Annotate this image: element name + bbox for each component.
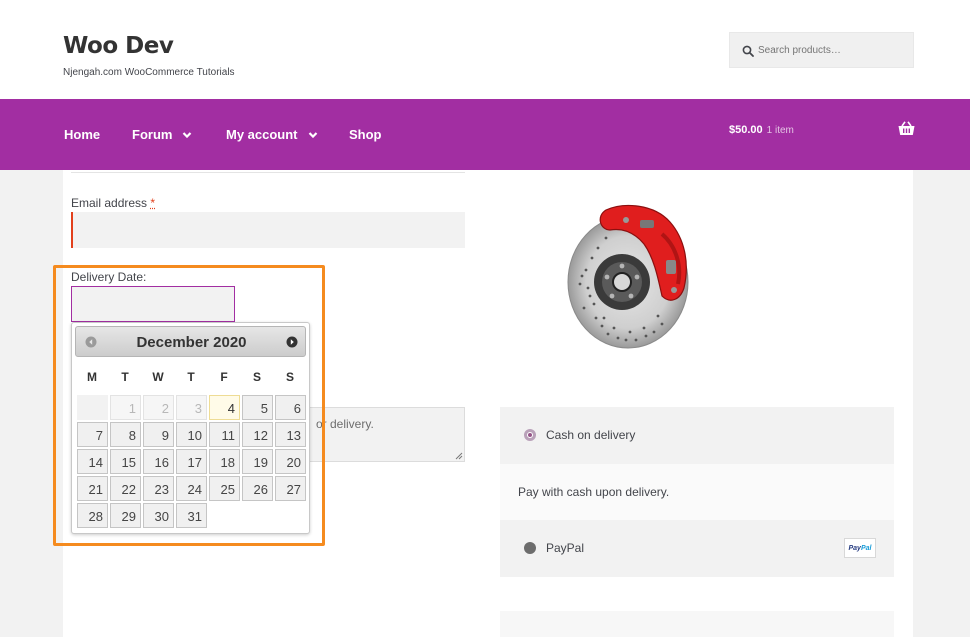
chevron-down-icon — [308, 131, 317, 138]
required-mark: * — [150, 196, 156, 210]
payment-option-paypal[interactable]: PayPal Pay Pal — [500, 520, 894, 577]
datepicker-day[interactable]: 27 — [275, 476, 306, 501]
order-notes-textarea[interactable] — [305, 407, 465, 462]
datepicker-day[interactable]: 18 — [209, 449, 240, 474]
datepicker-day[interactable]: 28 — [77, 503, 108, 528]
search-icon — [742, 45, 754, 57]
datepicker-day[interactable]: 12 — [242, 422, 273, 447]
datepicker-weekday: S — [252, 370, 261, 384]
basket-icon[interactable] — [898, 121, 915, 136]
paypal-logo-pal: Pal — [860, 544, 872, 552]
nav-item-label: Home — [64, 127, 101, 142]
paypal-label[interactable]: PayPal — [546, 541, 584, 555]
cod-radio[interactable] — [524, 429, 536, 441]
product-image — [567, 204, 689, 349]
datepicker-weekday: F — [220, 370, 228, 384]
nav-item-forum[interactable]: Forum — [132, 127, 192, 142]
nav-item-my-account[interactable]: My account — [226, 127, 318, 142]
datepicker-day: 2 — [143, 395, 174, 420]
datepicker-day: 3 — [176, 395, 207, 420]
cod-label[interactable]: Cash on delivery — [546, 428, 635, 442]
search-input[interactable] — [758, 33, 908, 67]
email-field[interactable] — [71, 212, 465, 248]
datepicker-day[interactable]: 8 — [110, 422, 141, 447]
datepicker: December 2020 M T W T F S S 1 2 3 4 5 6 7 8 9 10 11 12 13 14… — [71, 322, 310, 534]
datepicker-day[interactable]: 9 — [143, 422, 174, 447]
datepicker-weekday: T — [187, 370, 195, 384]
paypal-logo-pay: Pay — [848, 544, 861, 552]
nav-item-label: Shop — [349, 127, 382, 142]
nav-item-label: My account — [226, 127, 298, 142]
datepicker-day[interactable]: 14 — [77, 449, 108, 474]
datepicker-day[interactable]: 11 — [209, 422, 240, 447]
datepicker-day[interactable]: 25 — [209, 476, 240, 501]
datepicker-day[interactable]: 7 — [77, 422, 108, 447]
datepicker-day[interactable]: 24 — [176, 476, 207, 501]
resize-handle-icon[interactable] — [455, 452, 463, 460]
cart-contents[interactable]: $50.00 1 item — [729, 124, 794, 136]
datepicker-day[interactable]: 19 — [242, 449, 273, 474]
cart-total: $50.00 — [729, 124, 763, 136]
datepicker-day[interactable]: 23 — [143, 476, 174, 501]
payment-option-cod[interactable]: Cash on delivery — [500, 407, 894, 464]
datepicker-day[interactable]: 21 — [77, 476, 108, 501]
datepicker-weekday: S — [285, 370, 294, 384]
payment-methods: Cash on delivery Pay with cash upon deli… — [500, 407, 894, 577]
datepicker-day[interactable]: 13 — [275, 422, 306, 447]
datepicker-day[interactable]: 31 — [176, 503, 207, 528]
datepicker-day[interactable]: 4 — [209, 395, 240, 420]
paypal-logo: Pay Pal — [844, 538, 876, 558]
datepicker-weekday: M — [87, 370, 97, 384]
datepicker-day[interactable]: 17 — [176, 449, 207, 474]
cart-count: 1 item — [766, 125, 794, 136]
nav-item-label: Forum — [132, 127, 173, 142]
datepicker-day[interactable]: 30 — [143, 503, 174, 528]
site-title[interactable]: Woo Dev — [63, 33, 174, 59]
search-box[interactable] — [729, 32, 914, 68]
datepicker-weekday: W — [152, 370, 164, 384]
datepicker-day[interactable]: 6 — [275, 395, 306, 420]
datepicker-day[interactable]: 16 — [143, 449, 174, 474]
cod-description: Pay with cash upon delivery. — [518, 485, 670, 499]
circle-arrow-right-icon[interactable] — [286, 336, 298, 348]
divider — [71, 172, 465, 173]
datepicker-weekday: T — [121, 370, 129, 384]
datepicker-day[interactable]: 5 — [242, 395, 273, 420]
chevron-down-icon — [183, 131, 192, 138]
primary-navigation: Home Forum My account Shop $50.00 1 item — [0, 99, 970, 170]
datepicker-header: December 2020 — [75, 326, 306, 357]
datepicker-empty-cell — [77, 395, 108, 420]
nav-item-shop[interactable]: Shop — [349, 127, 382, 142]
site-tagline: Njengah.com WooCommerce Tutorials — [63, 67, 235, 78]
cod-description-box: Pay with cash upon delivery. — [500, 464, 894, 520]
datepicker-day[interactable]: 29 — [110, 503, 141, 528]
datepicker-day: 1 — [110, 395, 141, 420]
nav-item-home[interactable]: Home — [64, 127, 100, 142]
datepicker-day[interactable]: 20 — [275, 449, 306, 474]
datepicker-day[interactable]: 22 — [110, 476, 141, 501]
datepicker-month-title: December 2020 — [136, 334, 247, 351]
paypal-radio[interactable] — [524, 542, 536, 554]
datepicker-day[interactable]: 15 — [110, 449, 141, 474]
datepicker-day[interactable]: 10 — [176, 422, 207, 447]
datepicker-day[interactable]: 26 — [242, 476, 273, 501]
email-label-text: Email address — [71, 196, 148, 210]
site-header: Woo Dev Njengah.com WooCommerce Tutorial… — [0, 0, 970, 99]
privacy-policy-box — [500, 611, 894, 637]
email-label: Email address * — [71, 196, 155, 210]
